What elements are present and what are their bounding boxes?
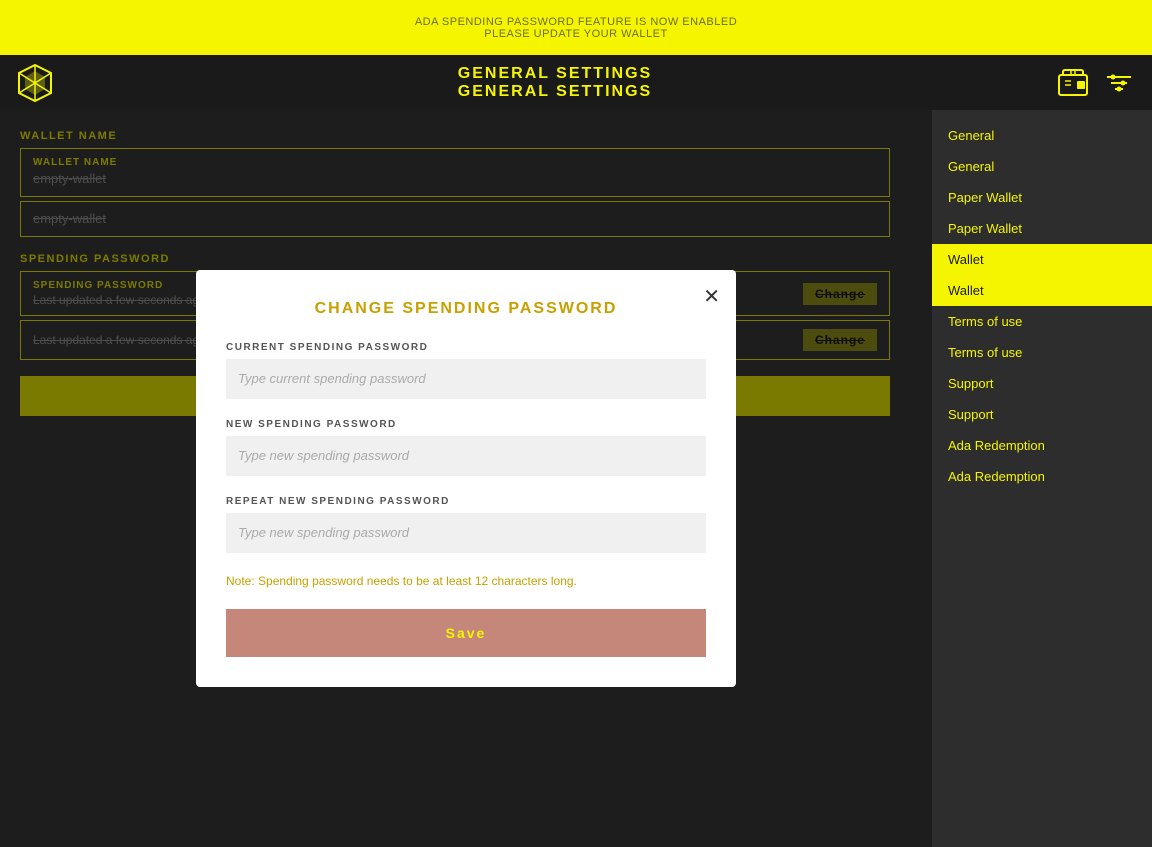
filter-icon-button[interactable]: [1101, 65, 1137, 101]
header-bar: GENERAL SETTINGS GENERAL SETTINGS: [0, 55, 1152, 110]
new-password-label: NEW SPENDING PASSWORD: [226, 419, 706, 430]
current-password-input[interactable]: [226, 359, 706, 399]
sidebar-item-support1[interactable]: Support: [932, 368, 1152, 399]
sidebar-item-general1[interactable]: General: [932, 120, 1152, 151]
sidebar-item-terms2[interactable]: Terms of use: [932, 337, 1152, 368]
top-banner-line1: ADA SPENDING PASSWORD FEATURE IS NOW ENA…: [415, 16, 737, 28]
header-title-main: GENERAL SETTINGS: [55, 65, 1055, 83]
header-title-sub: GENERAL SETTINGS: [55, 83, 1055, 101]
main-layout: WALLET NAME WALLET NAME empty-wallet emp…: [0, 110, 1152, 847]
sidebar-item-paperwallet1[interactable]: Paper Wallet: [932, 182, 1152, 213]
app-logo-icon: [15, 63, 55, 103]
modal-title: CHANGE SPENDING PASSWORD: [226, 300, 706, 318]
header-icons: [1055, 65, 1137, 101]
top-banner-line2: PLEASE UPDATE YOUR WALLET: [484, 28, 667, 40]
modal-close-button[interactable]: ✕: [703, 284, 720, 309]
sidebar-item-wallet1[interactable]: Wallet: [932, 244, 1152, 275]
change-password-modal: ✕ CHANGE SPENDING PASSWORD CURRENT SPEND…: [196, 270, 736, 688]
sidebar-item-wallet2[interactable]: Wallet: [932, 275, 1152, 306]
sidebar-item-adaredemption1[interactable]: Ada Redemption: [932, 430, 1152, 461]
modal-save-button[interactable]: Save: [226, 609, 706, 657]
logo: [15, 63, 55, 103]
modal-overlay: ✕ CHANGE SPENDING PASSWORD CURRENT SPEND…: [0, 110, 932, 847]
content-area: WALLET NAME WALLET NAME empty-wallet emp…: [0, 110, 932, 847]
current-password-label: CURRENT SPENDING PASSWORD: [226, 342, 706, 353]
header-title: GENERAL SETTINGS GENERAL SETTINGS: [55, 65, 1055, 101]
wallet-icon-button[interactable]: [1055, 65, 1091, 101]
sidebar: General General Paper Wallet Paper Walle…: [932, 110, 1152, 847]
sidebar-item-support2[interactable]: Support: [932, 399, 1152, 430]
filter-icon: [1103, 67, 1135, 99]
sidebar-item-paperwallet2[interactable]: Paper Wallet: [932, 213, 1152, 244]
sidebar-item-general2[interactable]: General: [932, 151, 1152, 182]
wallet-icon: [1057, 67, 1089, 99]
sidebar-item-adaredemption2[interactable]: Ada Redemption: [932, 461, 1152, 492]
sidebar-item-terms1[interactable]: Terms of use: [932, 306, 1152, 337]
new-password-field: NEW SPENDING PASSWORD: [226, 419, 706, 476]
repeat-password-input[interactable]: [226, 513, 706, 553]
modal-note: Note: Spending password needs to be at l…: [226, 573, 706, 590]
repeat-password-label: REPEAT NEW SPENDING PASSWORD: [226, 496, 706, 507]
current-password-field: CURRENT SPENDING PASSWORD: [226, 342, 706, 399]
top-banner: ADA SPENDING PASSWORD FEATURE IS NOW ENA…: [0, 0, 1152, 55]
repeat-password-field: REPEAT NEW SPENDING PASSWORD: [226, 496, 706, 553]
new-password-input[interactable]: [226, 436, 706, 476]
